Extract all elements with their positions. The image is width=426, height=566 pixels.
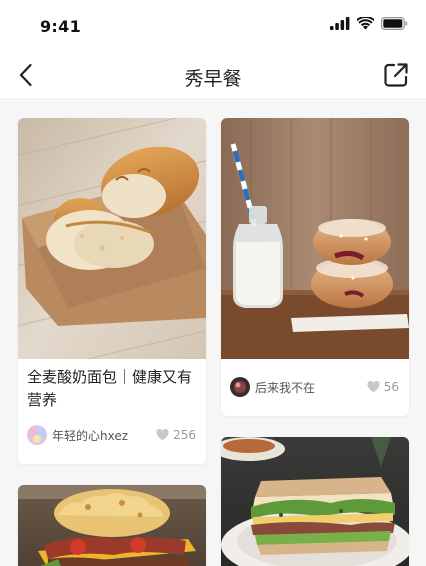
card-meta: 年轻的心hxez 256 [27,424,196,446]
recipe-card[interactable] [18,485,206,566]
recipe-card[interactable] [221,437,409,566]
card-meta: 后来我不在 56 [230,376,399,398]
like-count: 56 [383,380,399,394]
heart-icon [156,429,169,441]
milk-donut-photo [221,118,409,359]
status-bar: 9:41 [0,0,426,50]
biscuit-sandwich-photo [18,485,206,566]
club-sandwich-photo [221,437,409,566]
battery-icon [381,17,408,30]
like-button[interactable]: 56 [367,380,399,394]
nav-bar: 秀早餐 [0,50,426,100]
recipe-feed[interactable]: 全麦酸奶面包｜健康又有营养 年轻的心hxez 256 后来我不在 56 [0,101,426,566]
recipe-card[interactable]: 全麦酸奶面包｜健康又有营养 年轻的心hxez 256 [18,118,206,464]
recipe-title[interactable]: 全麦酸奶面包｜健康又有营养 [27,366,197,412]
signal-icon [330,17,350,30]
like-button[interactable]: 256 [156,428,196,442]
status-icons [330,17,408,30]
author-name[interactable]: 年轻的心hxez [52,427,156,444]
avatar[interactable] [27,425,47,445]
status-time: 9:41 [40,17,81,36]
share-icon[interactable] [382,61,410,89]
author-name[interactable]: 后来我不在 [255,379,367,396]
bread-photo [18,118,206,359]
heart-icon [367,381,380,393]
wifi-icon [357,17,374,30]
avatar[interactable] [230,377,250,397]
page-title: 秀早餐 [184,68,242,90]
recipe-card[interactable]: 后来我不在 56 [221,118,409,416]
like-count: 256 [173,428,196,442]
